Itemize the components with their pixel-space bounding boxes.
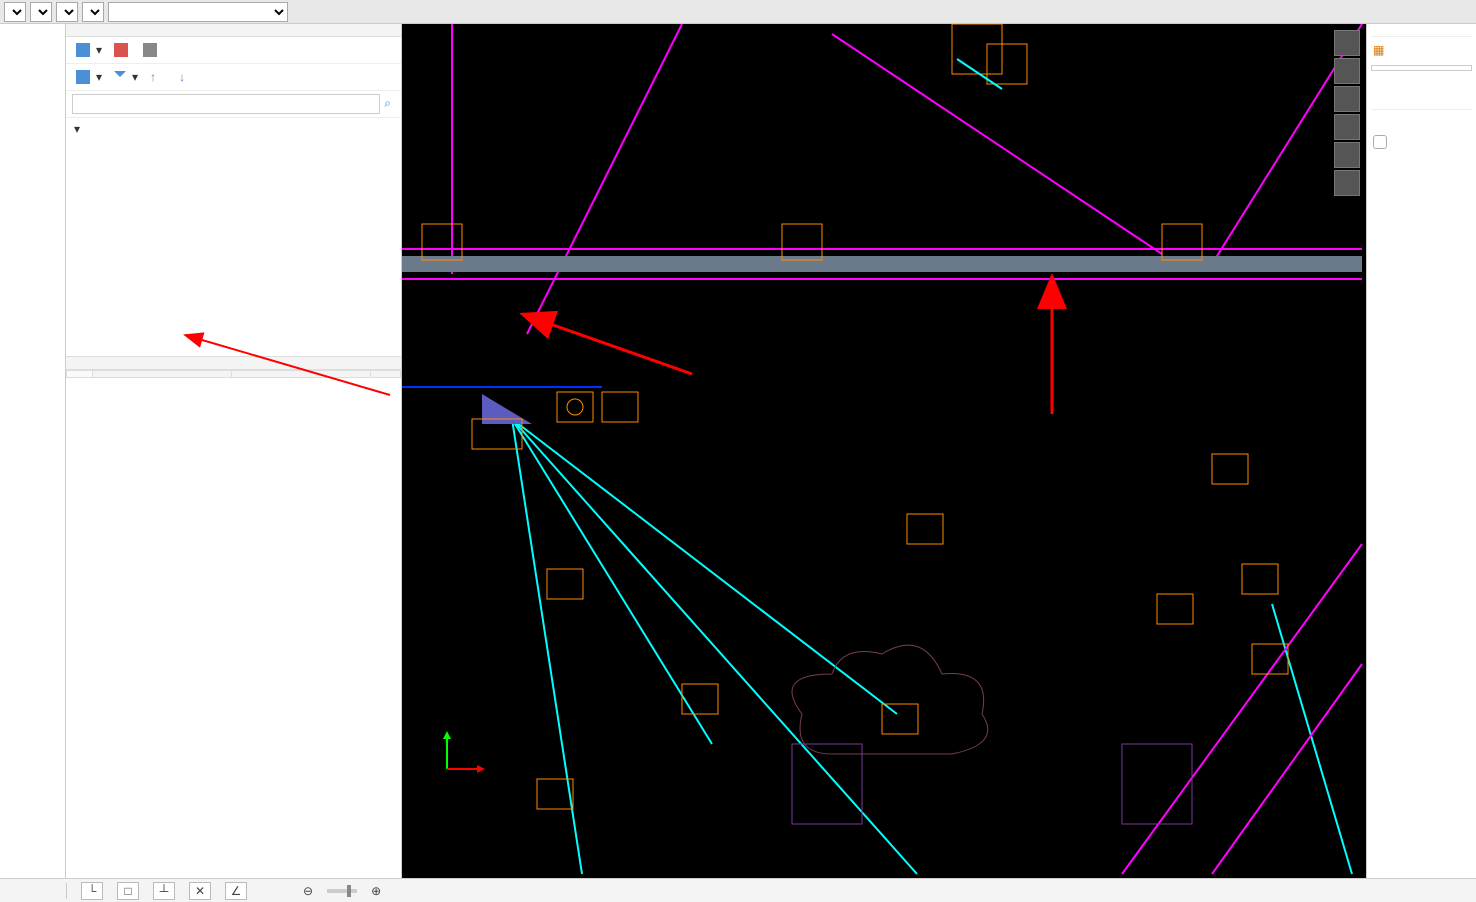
layer-select[interactable] [82, 2, 104, 22]
copy-button[interactable] [141, 41, 162, 59]
left-category-list [0, 24, 66, 878]
right-panel: ▦ [1366, 24, 1476, 878]
display-hint [1371, 114, 1472, 122]
snap-cross-icon[interactable]: ✕ [189, 882, 211, 900]
drawing-mgr-title [1371, 28, 1472, 37]
snap-perp-icon[interactable]: ┴ [153, 882, 175, 900]
library-button[interactable] [170, 48, 174, 52]
search-icon[interactable]: ⌕ [380, 94, 395, 114]
component-toolbar-1: ▾ [66, 37, 401, 64]
properties-grid [66, 370, 401, 878]
status-bar: └ □ ┴ ✕ ∠ ⊖ ⊕ [0, 878, 1476, 902]
category-select[interactable] [30, 2, 52, 22]
component-select[interactable] [56, 2, 78, 22]
drawing-select[interactable] [108, 2, 288, 22]
top-toolbar [0, 0, 1476, 24]
onoff-label [1371, 122, 1472, 130]
component-toolbar-2: ▾ ▾ ↑ ↓ [66, 64, 401, 91]
add-drawing-button[interactable]: ▦ [1371, 41, 1389, 59]
brightness-minus-icon[interactable]: ⊖ [303, 884, 313, 898]
move-down-button[interactable]: ↓ [177, 68, 198, 86]
col-name [93, 371, 232, 378]
brightness-slider[interactable] [327, 889, 357, 893]
component-list-title [66, 24, 401, 37]
tree-root[interactable]: ▾ [66, 120, 401, 138]
snap-angle-icon[interactable]: ∠ [225, 882, 247, 900]
drawing-svg [402, 24, 1366, 878]
delete-button[interactable] [112, 41, 133, 59]
component-tree: ▾ [66, 118, 401, 356]
snap-endpoint-icon[interactable]: └ [81, 882, 103, 900]
move-up-button[interactable]: ↑ [148, 68, 169, 86]
view-cube[interactable] [1334, 30, 1360, 196]
search-component-input[interactable] [72, 94, 380, 114]
snap-rect-icon[interactable]: □ [117, 882, 139, 900]
domain-select[interactable] [4, 2, 26, 22]
new-button[interactable]: ▾ [74, 41, 104, 59]
component-panel: ▾ ▾ ▾ ↑ ↓ ⌕ ▾ [66, 24, 402, 878]
search-drawing-input[interactable] [1371, 65, 1472, 71]
sort-button[interactable]: ▾ [74, 68, 104, 86]
col-value [232, 371, 371, 378]
col-add [371, 371, 401, 378]
layer-toggle[interactable] [1373, 135, 1387, 149]
cad-canvas[interactable] [402, 24, 1366, 878]
filter-button[interactable]: ▾ [112, 68, 140, 86]
cad-section [1371, 101, 1472, 110]
properties-title [66, 356, 401, 370]
brightness-plus-icon[interactable]: ⊕ [371, 884, 381, 898]
